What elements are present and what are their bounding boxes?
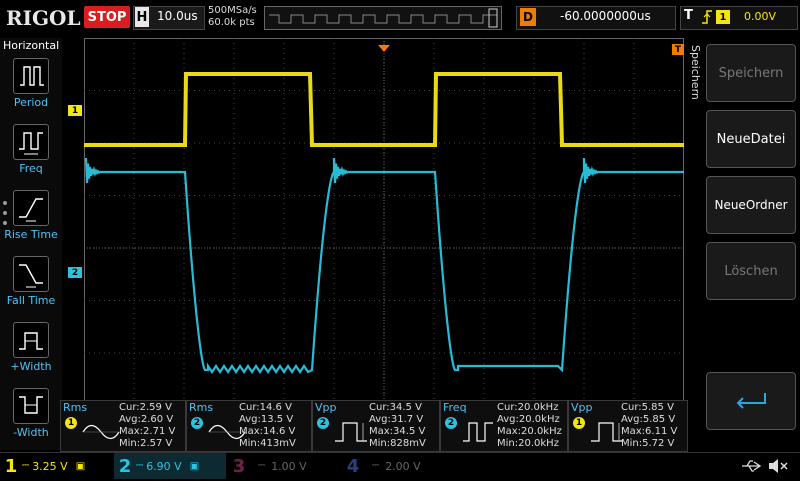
trigger-position-marker[interactable]	[378, 38, 390, 57]
brand-logo: RIGOL	[6, 6, 81, 30]
waveform-display[interactable]	[84, 38, 684, 458]
bandwidth-limit-icon: ▣	[75, 460, 86, 472]
new-folder-button[interactable]: NeueOrdner	[706, 176, 796, 234]
channel-scale: 2.00 V	[385, 459, 421, 473]
channel-3-status[interactable]: 3 ⎓ 1.00 V	[228, 453, 340, 479]
measurement-ch2-vpp[interactable]: Vpp 2 Cur:34.5 V Avg:31.7 V Max:34.5 V M…	[312, 400, 440, 452]
delete-button[interactable]: Löschen	[706, 242, 796, 300]
measurement-name: Rms	[63, 401, 88, 414]
return-arrow-icon	[736, 393, 766, 409]
memory-overview-strip[interactable]	[264, 6, 502, 30]
channel-scale: 3.25 V	[32, 459, 68, 473]
channel-number: 2	[118, 455, 132, 477]
sample-info: 500MSa/s 60.0k pts	[208, 5, 257, 29]
new-file-button[interactable]: NeueDatei	[706, 110, 796, 168]
measurement-name: Rms	[189, 401, 214, 414]
trigger-source-badge: 1	[716, 10, 730, 24]
trigger-label: T	[684, 8, 693, 23]
measurement-values: Cur:2.59 V Avg:2.60 V Max:2.71 V Min:2.5…	[119, 402, 176, 449]
measurement-ch2-rms[interactable]: Rms 2 Cur:14.6 V Avg:13.5 V Max:14.6 V M…	[186, 400, 312, 452]
rms-icon	[82, 424, 121, 440]
channel-badge: 1	[573, 417, 585, 429]
measure-rise-time-button[interactable]: Rise Time	[0, 188, 62, 252]
left-menu-title: Horizontal	[3, 39, 60, 52]
channel-2-status[interactable]: 2 ⎓ 6.90 V ▣	[114, 453, 226, 479]
channel-number: 3	[232, 455, 246, 477]
coupling-dc-icon: ⎓	[22, 461, 30, 471]
ch1-offset-marker[interactable]: 1	[68, 105, 82, 116]
channel-scale: 6.90 V	[146, 459, 182, 473]
measurement-ch1-rms[interactable]: Rms 1 Cur:2.59 V Avg:2.60 V Max:2.71 V M…	[60, 400, 186, 452]
timebase-value: 10.0us	[157, 9, 198, 23]
rise-time-label: Rise Time	[4, 228, 58, 241]
channel-scale: 1.00 V	[271, 459, 307, 473]
frequency-icon	[13, 124, 49, 160]
measure-negative-width-button[interactable]: -Width	[0, 386, 62, 450]
channel-badge: 1	[65, 417, 77, 429]
channel-badge: 2	[445, 417, 457, 429]
delay-value: -60.0000000us	[560, 9, 651, 23]
channel-badge: 2	[317, 417, 329, 429]
sound-muted-icon[interactable]	[766, 457, 790, 479]
bandwidth-limit-icon: ▣	[189, 460, 200, 472]
fall-time-label: Fall Time	[6, 294, 56, 307]
coupling-dc-icon: ⎓	[372, 461, 380, 471]
coupling-dc-icon: ⎓	[258, 461, 266, 471]
measurement-values: Cur:14.6 V Avg:13.5 V Max:14.6 V Min:413…	[239, 402, 296, 449]
measure-freq-button[interactable]: Freq	[0, 122, 62, 186]
measurement-name: Vpp	[571, 401, 593, 414]
measurement-name: Vpp	[315, 401, 337, 414]
channel-number: 4	[346, 455, 360, 477]
measurement-name: Freq	[443, 401, 467, 414]
waveform-grid	[84, 38, 684, 458]
trigger-level-marker[interactable]: T	[672, 44, 684, 55]
channel-1-status[interactable]: 1 ⎓ 3.25 V ▣	[0, 453, 112, 479]
measurement-values: Cur:5.85 V Avg:5.85 V Max:6.11 V Min:5.7…	[621, 402, 678, 449]
channel-4-status[interactable]: 4 ⎓ 2.00 V	[342, 453, 454, 479]
measurement-values: Cur:34.5 V Avg:31.7 V Max:34.5 V Min:828…	[369, 402, 426, 449]
measure-fall-time-button[interactable]: Fall Time	[0, 254, 62, 318]
measurement-values: Cur:20.0kHz Avg:20.0kHz Max:20.0kHz Min:…	[497, 402, 562, 449]
measurement-ch1-vpp[interactable]: Vpp 1 Cur:5.85 V Avg:5.85 V Max:6.11 V M…	[568, 400, 688, 452]
return-button[interactable]	[706, 372, 796, 430]
save-button[interactable]: Speichern	[706, 44, 796, 102]
positive-width-label: +Width	[10, 360, 52, 373]
horizontal-label: H	[135, 7, 149, 27]
run-stop-status[interactable]: STOP	[84, 6, 130, 28]
trigger-edge-icon	[700, 8, 714, 30]
measure-positive-width-button[interactable]: +Width	[0, 320, 62, 384]
ch2-offset-marker[interactable]: 2	[68, 267, 82, 278]
ch2-waveform	[84, 157, 684, 374]
negative-width-icon	[13, 388, 49, 424]
memory-waveform-preview	[269, 8, 498, 28]
usb-icon	[740, 457, 762, 479]
menu-page-indicator	[2, 200, 8, 230]
negative-width-label: -Width	[13, 426, 49, 439]
channel-badge: 2	[191, 417, 203, 429]
delay-label: D	[520, 8, 536, 26]
channel-number: 1	[4, 455, 18, 477]
sample-rate: 500MSa/s	[208, 5, 257, 16]
period-label: Period	[13, 96, 49, 109]
period-icon	[13, 58, 49, 94]
positive-width-icon	[13, 322, 49, 358]
coupling-dc-icon: ⎓	[136, 461, 144, 471]
trigger-level: 0.00V	[744, 10, 777, 23]
freq-label: Freq	[19, 162, 43, 175]
right-menu-title: Speichern	[689, 45, 702, 100]
fall-time-icon	[13, 256, 49, 292]
rise-time-icon	[13, 190, 49, 226]
measure-period-button[interactable]: Period	[0, 56, 62, 120]
memory-depth: 60.0k pts	[208, 17, 255, 28]
measurement-ch2-freq[interactable]: Freq 2 Cur:20.0kHz Avg:20.0kHz Max:20.0k…	[440, 400, 568, 452]
